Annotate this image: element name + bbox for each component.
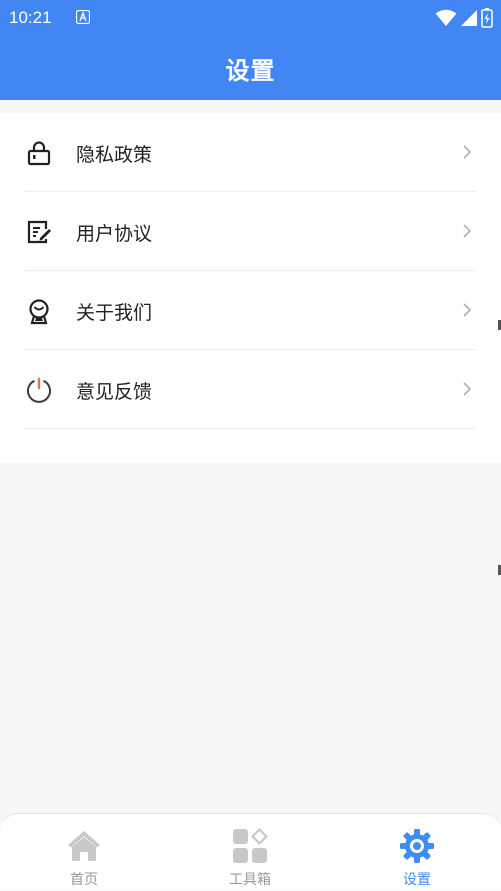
edit-document-icon [27,220,51,244]
menu-item-feedback[interactable]: 意见反馈 [25,350,476,429]
home-icon [68,831,100,861]
wifi-icon [435,9,457,26]
menu-item-label: 意见反馈 [76,381,153,403]
toolbox-icon [233,828,268,863]
tab-label: 首页 [70,872,98,888]
bottom-tab-bar: 首页 工具箱 设置 [0,813,501,890]
badge-icon [29,299,49,325]
menu-item-about-us[interactable]: 关于我们 [25,271,476,350]
chevron-right-icon [463,224,472,238]
chevron-right-icon [463,145,472,159]
power-icon [27,377,51,403]
status-time: 10:21 [9,8,52,27]
tab-home[interactable]: 首页 [24,814,144,891]
battery-charging-icon [481,8,493,28]
tab-label: 工具箱 [229,872,271,888]
menu-item-label: 用户协议 [76,223,153,245]
menu-item-user-agreement[interactable]: 用户协议 [25,192,476,271]
settings-card: 隐私政策 用户协议 关于我们 意见反馈 [0,113,501,463]
system-icons [435,8,493,28]
status-bar: 10:21 [0,0,501,36]
tab-toolbox[interactable]: 工具箱 [190,814,310,891]
app-bar: 设置 [0,36,501,100]
menu-item-label: 隐私政策 [76,144,153,166]
tab-label: 设置 [403,872,431,888]
signal-icon [461,10,477,26]
chevron-right-icon [463,303,472,317]
tab-settings[interactable]: 设置 [357,814,477,891]
notification-app-icon [76,10,90,24]
lock-icon [27,141,51,166]
gear-icon [400,829,434,863]
chevron-right-icon [463,382,472,396]
menu-item-privacy-policy[interactable]: 隐私政策 [25,113,476,192]
page-title: 设置 [225,56,276,85]
menu-item-label: 关于我们 [76,302,153,324]
